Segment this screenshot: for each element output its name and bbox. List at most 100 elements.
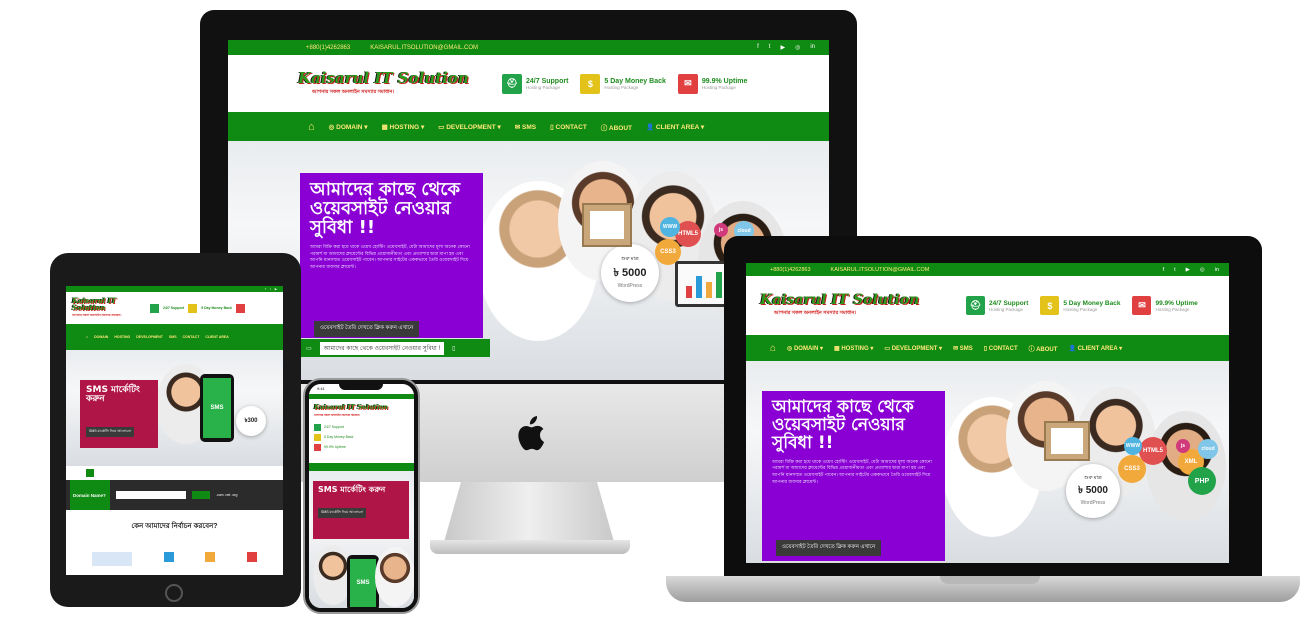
nav-contact[interactable]: CONTACT	[183, 335, 200, 339]
nav-label: DOMAIN	[793, 345, 819, 352]
feature-icon	[205, 552, 216, 562]
nav-sms[interactable]: SMS	[169, 335, 177, 339]
feature-title: 99.9% Uptime	[324, 445, 346, 449]
site-logo[interactable]: Kaisarul IT Solution আপনার সকল অনলাইন সম…	[298, 70, 498, 97]
home-icon[interactable]: ⌂	[86, 335, 88, 339]
money-icon	[314, 433, 321, 441]
php-badge: PHP	[1188, 467, 1216, 495]
tagline: আপনার সকল অনলাইন সমস্যার সমাধান।	[314, 412, 360, 417]
feature-list: ⛑ 24/7 Support Hosting Package $ 5 Day Mo…	[966, 296, 1198, 315]
feature-list: ⛑ 24/7 Support Hosting Package $ 5 Day Mo…	[502, 73, 748, 94]
feature-icon	[91, 552, 132, 566]
brand-row: Kaisarul IT Solution আপনার সকল অনলাইন সম…	[309, 399, 414, 463]
twitter-icon[interactable]: t	[270, 287, 271, 291]
sms-card: SMS মার্কেটিং করুন SMS মার্কেটিং নিয়ে আ…	[80, 380, 158, 448]
nav-about[interactable]: ⓘ ABOUT	[1029, 344, 1058, 353]
nav-domain[interactable]: ◎ DOMAIN ▾	[787, 345, 823, 352]
domain-input[interactable]	[116, 491, 186, 499]
domain-search-button[interactable]	[192, 491, 210, 499]
nav-domain[interactable]: ◎ DOMAIN ▾	[329, 123, 368, 131]
phone-illustration: SMS	[200, 374, 234, 442]
sms-hero: SMS মার্কেটিং করুন SMS মার্কেটিং নিয়ে আ…	[66, 350, 283, 466]
youtube-icon[interactable]: ▶	[780, 44, 785, 51]
twitter-icon[interactable]: t	[769, 44, 771, 51]
nav-label: CONTACT	[555, 123, 587, 131]
hero-cta-button[interactable]: ওয়েবসাইট তৈরি দেখতে ক্লিক করুন এখানে	[314, 321, 420, 337]
feature-icon	[163, 552, 174, 562]
pager-dot[interactable]	[86, 469, 94, 477]
nav-domain[interactable]: DOMAIN	[94, 335, 108, 339]
support-icon	[314, 423, 321, 431]
nav-contact[interactable]: ▯ CONTACT	[550, 123, 587, 131]
phone-number[interactable]: +880(1)4262863	[306, 45, 350, 51]
home-icon[interactable]: ⌂	[770, 343, 776, 354]
price-badge: ৳300	[236, 406, 266, 436]
uptime-icon: ✉	[677, 73, 698, 94]
youtube-icon[interactable]: ▶	[1186, 267, 1190, 273]
phone-notch	[339, 382, 383, 390]
tagline: আপনার সকল অনলাইন সমস্যার সমাধান।	[312, 88, 395, 95]
support-icon: ⛑	[502, 73, 522, 94]
feature-support: ⛑ 24/7 Support Hosting Package	[966, 296, 1028, 315]
instagram-icon[interactable]: ◎	[1200, 267, 1205, 273]
youtube-icon[interactable]: ▶	[275, 287, 277, 291]
home-icon[interactable]: ⌂	[308, 121, 315, 133]
linkedin-icon[interactable]: in	[810, 44, 815, 51]
nav-client-area[interactable]: 👤 CLIENT AREA ▾	[646, 123, 704, 131]
feature-sub: Hosting Package	[526, 84, 561, 90]
main-nav	[309, 463, 414, 471]
linkedin-icon[interactable]: in	[1215, 267, 1219, 273]
nav-sms[interactable]: ✉ SMS	[515, 123, 536, 131]
nav-label: CLIENT AREA	[655, 123, 700, 131]
nav-development[interactable]: DEVELOPMENT	[136, 335, 163, 339]
nav-sms[interactable]: ✉ SMS	[953, 345, 973, 352]
site-logo[interactable]: Kaisarul IT Solution আপনার সকল অনলাইন সম…	[760, 293, 966, 318]
email-address[interactable]: KAISARUL.ITSOLUTION@GMAIL.COM	[370, 45, 478, 51]
feature-sub: Hosting Package	[1155, 306, 1190, 312]
sms-cta-button[interactable]: SMS মার্কেটিং নিয়ে আলোচনা	[86, 426, 135, 437]
nav-development[interactable]: ▭ DEVELOPMENT ▾	[884, 345, 942, 352]
facebook-icon[interactable]: f	[757, 44, 759, 51]
logo-text[interactable]: Kaisarul IT Solution	[314, 404, 409, 411]
nav-hosting[interactable]: HOSTING	[114, 335, 130, 339]
sms-cta-button[interactable]: SMS মার্কেটিং নিয়ে আলোচনা	[318, 508, 367, 519]
site-logo[interactable]: Kaisarul IT Solution আপনার সকল অনলাইন সম…	[72, 297, 146, 319]
email-address[interactable]: KAISARUL.ITSOLUTION@GMAIL.COM	[831, 267, 930, 273]
nav-hosting[interactable]: ▦ HOSTING ▾	[382, 123, 425, 131]
feature-uptime: ✉ 99.9% Uptime Hosting Package	[1132, 296, 1198, 315]
feature-title: 99.9% Uptime	[701, 77, 748, 85]
sms-hero: SMS মার্কেটিং করুন SMS মার্কেটিং নিয়ে আ…	[309, 471, 414, 608]
twitter-icon[interactable]: t	[1174, 267, 1176, 273]
hero-cta-button[interactable]: ওয়েবসাইট তৈরি দেখতে ক্লিক করুন এখানে	[776, 540, 882, 556]
nav-label: CONTACT	[988, 345, 1018, 352]
feature-money-back: $ 5 Day Money Back Hosting Package	[1040, 296, 1120, 315]
feature-sub: Hosting Package	[1063, 306, 1098, 312]
nav-client-area[interactable]: 👤 CLIENT AREA ▾	[1068, 345, 1122, 352]
price-sub: WordPress	[617, 283, 643, 289]
price-value: ৳300	[244, 418, 258, 424]
js-badge: js	[1176, 439, 1190, 453]
sms-title: SMS মার্কেটিং করুন	[318, 485, 386, 494]
nav-label: HOSTING	[841, 345, 869, 352]
nav-development[interactable]: ▭ DEVELOPMENT ▾	[438, 123, 501, 131]
laptop-icon: ▭	[306, 345, 312, 352]
support-icon	[150, 303, 159, 313]
phone-number[interactable]: +880(1)4262863	[770, 267, 811, 273]
tablet-home-button	[165, 584, 183, 602]
nav-hosting[interactable]: ▦ HOSTING ▾	[834, 345, 873, 352]
hero-card: আমাদের কাছে থেকে ওয়েবসাইট নেওয়ার সুবিধ…	[762, 391, 945, 561]
nav-about[interactable]: ⓘ ABOUT	[601, 122, 632, 132]
brand-row: Kaisarul IT Solution আপনার সকল অনলাইন সম…	[66, 292, 283, 324]
feature-title: 24/7 Support	[526, 77, 569, 85]
instagram-icon[interactable]: ◎	[795, 44, 800, 51]
facebook-icon[interactable]: f	[265, 287, 266, 291]
facebook-icon[interactable]: f	[1163, 267, 1165, 273]
board-illustration	[582, 203, 632, 247]
price-value: ৳ 5000	[1077, 485, 1108, 496]
hero-body: আমরা বিক্রি করা হয়ে থাকে ওয়েব হোস্টিং …	[772, 458, 932, 485]
social-icons: f t ▶	[265, 287, 277, 291]
tld-list: .com .net .org	[216, 493, 238, 497]
tablet-screen: f t ▶ Kaisarul IT Solution আপনার সকল অনল…	[66, 286, 283, 575]
nav-client-area[interactable]: CLIENT AREA	[205, 335, 228, 339]
nav-contact[interactable]: ▯ CONTACT	[984, 345, 1018, 352]
